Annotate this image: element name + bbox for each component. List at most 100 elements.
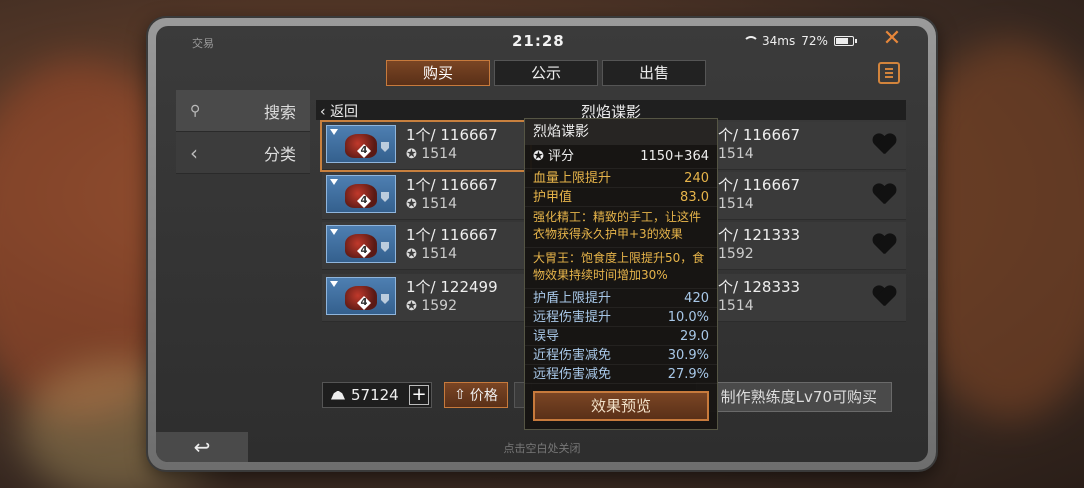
back-label: 返回 <box>330 104 359 120</box>
tab-bar: 购买 公示 出售 <box>386 60 706 86</box>
favorite-heart-icon[interactable] <box>872 286 896 308</box>
notes-icon[interactable] <box>878 62 900 84</box>
listing-row[interactable]: 4 1个/ 116667 ✪ 1514 <box>322 172 530 220</box>
stat-value: 29.0 <box>680 329 709 344</box>
sort-label: 价格 <box>469 388 498 404</box>
stat-row: 血量上限提升 240 <box>525 169 717 188</box>
currency-amount: 57124 <box>351 386 399 404</box>
status-bar: 交易 21:28 34ms 72% ✕ <box>156 26 928 56</box>
score-icon: ✪ <box>406 247 417 262</box>
tooltip-score-label: ✪ 评分 <box>533 149 575 164</box>
gem-icon <box>330 281 338 287</box>
window-title: 交易 <box>192 37 214 50</box>
stat-row: 远程伤害减免 27.9% <box>525 365 717 384</box>
wifi-icon <box>742 36 759 46</box>
listing-price: 1个/ 116667 <box>406 126 498 144</box>
stat-label: 远程伤害减免 <box>533 367 612 382</box>
close-button[interactable]: ✕ <box>880 28 904 52</box>
item-tooltip: 烈焰谍影 ✪ 评分 1150+364 血量上限提升 240 护甲值 83.0 强… <box>524 118 718 430</box>
sidebar-item-search[interactable]: ⚲ 搜索 <box>176 90 310 132</box>
search-icon: ⚲ <box>190 102 201 119</box>
favorite-heart-icon[interactable] <box>872 234 896 256</box>
tab-buy[interactable]: 购买 <box>386 60 490 86</box>
listing-score: 1592 <box>718 246 754 262</box>
listing-row[interactable]: 4 1个/ 116667 ✪ 1514 <box>322 222 530 270</box>
trade-screen: 交易 21:28 34ms 72% ✕ 购买 公示 出售 ⚲ 搜索 ‹ 分类 烈… <box>156 26 928 462</box>
clock: 21:28 <box>512 32 565 50</box>
currency-balance: 57124 + <box>322 382 432 408</box>
score-icon: ✪ <box>406 147 417 162</box>
chevron-left-icon: ‹ <box>320 104 326 120</box>
stat-row: 近程伤害减免 30.9% <box>525 346 717 365</box>
stat-row: 护甲值 83.0 <box>525 188 717 207</box>
stat-value: 30.9% <box>667 348 709 363</box>
shield-icon <box>381 294 389 304</box>
stat-label: 误导 <box>533 329 560 344</box>
score-icon: ✪ <box>406 299 417 314</box>
stat-label: 血量上限提升 <box>533 171 612 186</box>
shield-icon <box>381 242 389 252</box>
listing-score: ✪ 1514 <box>406 246 457 262</box>
favorite-heart-icon[interactable] <box>872 134 896 156</box>
item-thumbnail: 4 <box>326 175 396 213</box>
score-icon: ✪ <box>406 197 417 212</box>
stat-value: 27.9% <box>667 367 709 382</box>
tooltip-score-value: 1150+364 <box>640 149 709 164</box>
sidebar: ⚲ 搜索 ‹ 分类 <box>176 90 310 174</box>
battery-text: 72% <box>801 34 828 48</box>
listing-price: 个/ 128333 <box>718 278 801 296</box>
shield-icon <box>381 142 389 152</box>
close-hint: 点击空白处关闭 <box>503 442 581 455</box>
stat-row: 远程伤害提升 10.0% <box>525 308 717 327</box>
perk-description: 强化精工：精致的手工，让这件衣物获得永久护甲+3的效果 <box>525 207 717 248</box>
listing-row[interactable]: 个/ 116667 1514 <box>710 172 906 220</box>
listing-price: 个/ 116667 <box>718 126 801 144</box>
stat-value: 240 <box>684 171 709 186</box>
stat-value: 420 <box>684 291 709 306</box>
listing-price: 个/ 116667 <box>718 176 801 194</box>
item-thumbnail: 4 <box>326 277 396 315</box>
list-header: 烈焰谍影 ‹ 返回 <box>316 100 906 121</box>
listing-row[interactable]: 个/ 128333 1514 <box>710 274 906 322</box>
sidebar-item-label: 分类 <box>263 144 296 164</box>
add-currency-button[interactable]: + <box>409 385 429 405</box>
stat-row: 误导 29.0 <box>525 327 717 346</box>
listing-score: ✪ 1592 <box>406 298 457 314</box>
battery-icon <box>833 36 857 46</box>
shield-icon <box>381 192 389 202</box>
arrow-up-icon: ⇧ <box>454 387 466 403</box>
favorite-heart-icon[interactable] <box>872 184 896 206</box>
perk-description: 大胃王：饱食度上限提升50，食物效果持续时间增加30% <box>525 248 717 289</box>
listing-score: 1514 <box>718 196 754 212</box>
stat-row: 护盾上限提升 420 <box>525 289 717 308</box>
tooltip-title: 烈焰谍影 <box>525 119 717 145</box>
ping-text: 34ms <box>762 34 796 48</box>
listing-row[interactable]: 4 1个/ 122499 ✪ 1592 <box>322 274 530 322</box>
listing-score: 1514 <box>718 146 754 162</box>
stat-label: 远程伤害提升 <box>533 310 612 325</box>
tab-announce[interactable]: 公示 <box>494 60 598 86</box>
listing-price: 1个/ 122499 <box>406 278 498 296</box>
listing-row[interactable]: 4 1个/ 116667 ✪ 1514 <box>320 120 532 172</box>
buy-requirement-button[interactable]: 制作熟练度Lv70可购买 <box>696 382 892 412</box>
listing-price: 个/ 121333 <box>718 226 801 244</box>
stat-label: 护盾上限提升 <box>533 291 612 306</box>
gem-icon <box>330 229 338 235</box>
listing-row[interactable]: 个/ 121333 1592 <box>710 222 906 270</box>
stat-label: 近程伤害减免 <box>533 348 612 363</box>
sort-by-price-button[interactable]: ⇧ 价格 <box>444 382 508 408</box>
score-icon: ✪ <box>533 149 544 164</box>
sidebar-item-category[interactable]: ‹ 分类 <box>176 132 310 174</box>
preview-effect-button[interactable]: 效果预览 <box>533 391 709 421</box>
listing-score: ✪ 1514 <box>406 196 457 212</box>
listing-row[interactable]: 个/ 116667 1514 <box>710 122 906 170</box>
listing-score: 1514 <box>718 298 754 314</box>
item-thumbnail: 4 <box>326 125 396 163</box>
tab-sell[interactable]: 出售 <box>602 60 706 86</box>
coin-icon <box>331 390 345 400</box>
listing-price: 1个/ 116667 <box>406 226 498 244</box>
stat-label: 护甲值 <box>533 190 573 205</box>
gem-icon <box>330 179 338 185</box>
back-button[interactable]: ‹ 返回 <box>320 101 358 121</box>
stat-value: 83.0 <box>680 190 709 205</box>
